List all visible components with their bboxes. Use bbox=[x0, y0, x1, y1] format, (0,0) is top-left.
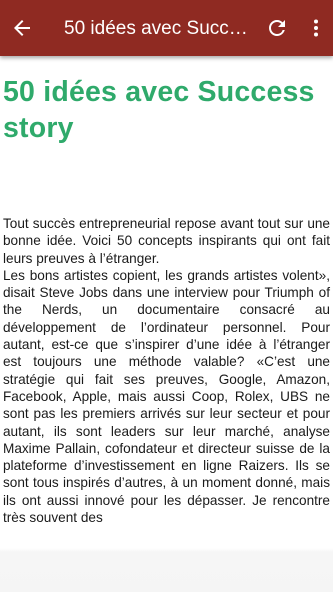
back-button[interactable] bbox=[2, 8, 42, 48]
toolbar-title: 50 idées avec Success story bbox=[64, 18, 248, 39]
refresh-icon bbox=[269, 20, 285, 36]
more-vert-icon bbox=[314, 19, 318, 37]
article-webview[interactable]: 50 idées avec Success story Tout succès … bbox=[0, 56, 333, 556]
app-screen: 50 idées avec Success story 50 idées ave… bbox=[0, 0, 333, 592]
arrow-left-icon bbox=[14, 20, 30, 36]
bottom-blank-area bbox=[0, 548, 333, 592]
overflow-menu-button[interactable] bbox=[296, 8, 333, 48]
article-paragraph: Les bons artistes copient, les grands ar… bbox=[3, 267, 330, 526]
article-body: Tout succès entrepreneurial repose avant… bbox=[3, 215, 330, 526]
article-paragraph: Tout succès entrepreneurial repose avant… bbox=[3, 216, 330, 266]
article-title: 50 idées avec Success story bbox=[3, 76, 315, 144]
app-toolbar: 50 idées avec Success story bbox=[0, 0, 333, 56]
refresh-button[interactable] bbox=[257, 8, 297, 48]
